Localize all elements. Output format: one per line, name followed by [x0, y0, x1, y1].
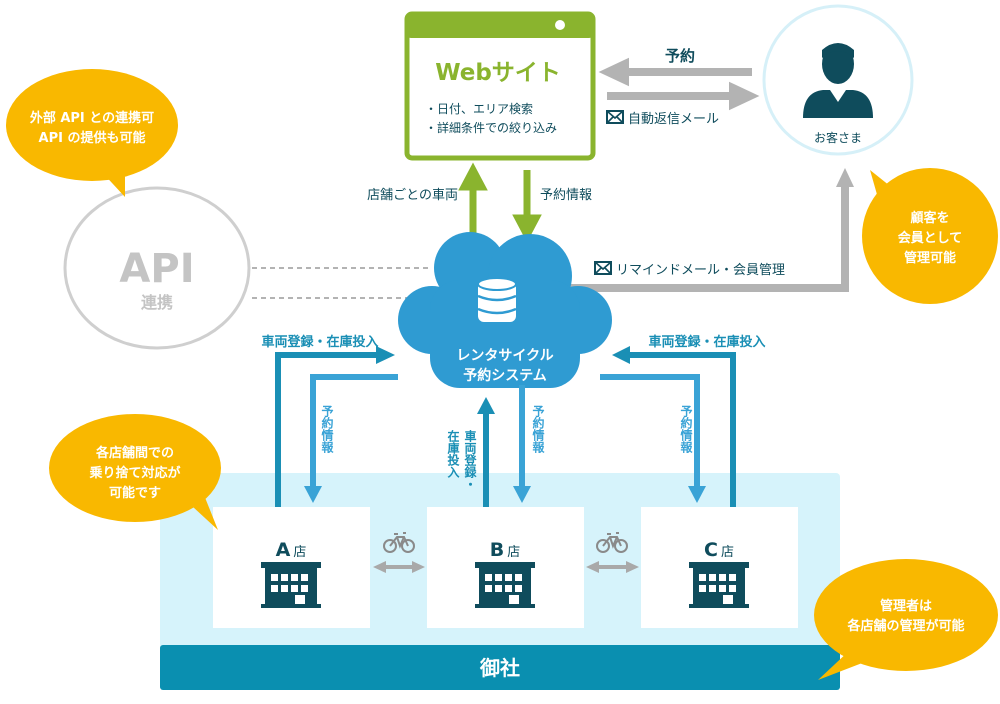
database-icon [477, 277, 517, 322]
store-letter: A [276, 539, 291, 561]
bubble-text: 乗り捨て対応が [88, 465, 180, 481]
store-suffix: 店 [293, 545, 306, 560]
building-icon [475, 562, 535, 608]
api-title: API [119, 246, 194, 292]
bubble-text: 各店舗の管理が可能 [846, 618, 964, 634]
bubble-text: 外部 API との連携可 [29, 110, 154, 126]
customer: お客さま [762, 4, 914, 156]
customer-label: お客さま [814, 130, 862, 145]
bubble-text: 顧客を [910, 210, 949, 226]
mail-icon [606, 110, 624, 124]
auto-reply-label: 自動返信メール [628, 112, 719, 127]
bubble-text: API の提供も可能 [39, 130, 146, 146]
store-b-register-label-1: 車両登録・ [463, 429, 477, 490]
reserve-arrow [598, 57, 752, 87]
vehicles-label: 店舗ごとの車両 [367, 187, 458, 203]
bubble-text: 管理者は [880, 598, 932, 614]
bubble-admin: 管理者は 各店舗の管理が可能 [814, 559, 998, 680]
bubble-text: 可能です [109, 485, 161, 501]
store-c-reservation-label: 予約情報 [679, 405, 693, 454]
mail-icon [594, 261, 612, 275]
building-icon [689, 562, 749, 608]
bubble-api: 外部 API との連携可 API の提供も可能 [6, 69, 178, 197]
api-subtitle: 連携 [141, 293, 173, 312]
store-letter: C [704, 539, 718, 561]
store-suffix: 店 [721, 545, 734, 560]
store-b-register-label-2: 在庫投入 [446, 429, 460, 479]
reservation-info-label: 予約情報 [540, 188, 592, 203]
system-label-line1: レンタサイクル [456, 348, 553, 364]
store-c: C店 [641, 507, 798, 628]
store-b: B店 [427, 507, 584, 628]
vehicles-arrow [458, 162, 488, 235]
window-dot-icon [555, 20, 565, 30]
company-label: 御社 [479, 656, 520, 680]
system-label-line2: 予約システム [463, 367, 547, 384]
store-c-register-label: 車両登録・在庫投入 [648, 334, 765, 350]
store-letter: B [490, 539, 504, 561]
rental-cycle-diagram: 御社 Webサイト ・日付、エリア検索 ・詳細条件での絞り込み 予約 自動返信メ… [6, 4, 998, 690]
store-b-reservation-label: 予約情報 [531, 405, 545, 454]
store-suffix: 店 [507, 545, 520, 560]
bubble-text: 管理可能 [904, 250, 956, 266]
auto-reply-arrow [607, 81, 760, 111]
bubble-text: 会員として [898, 230, 963, 246]
website-box: Webサイト ・日付、エリア検索 ・詳細条件での絞り込み [404, 11, 596, 161]
building-icon [261, 562, 321, 608]
bubble-members: 顧客を 会員として 管理可能 [862, 168, 998, 304]
website-bullet: ・日付、エリア検索 [425, 102, 533, 116]
remind-label: リマインドメール・会員管理 [616, 263, 785, 278]
store-a-reservation-label: 予約情報 [320, 405, 334, 454]
reserve-label: 予約 [665, 47, 695, 65]
store-a: A店 [213, 507, 370, 628]
store-a-register-label: 車両登録・在庫投入 [261, 334, 378, 350]
bubble-text: 各店舗間での [95, 445, 174, 461]
reservation-info-arrow [512, 170, 542, 243]
website-bullet: ・詳細条件での絞り込み [425, 120, 557, 135]
website-title: Webサイト [435, 60, 561, 86]
